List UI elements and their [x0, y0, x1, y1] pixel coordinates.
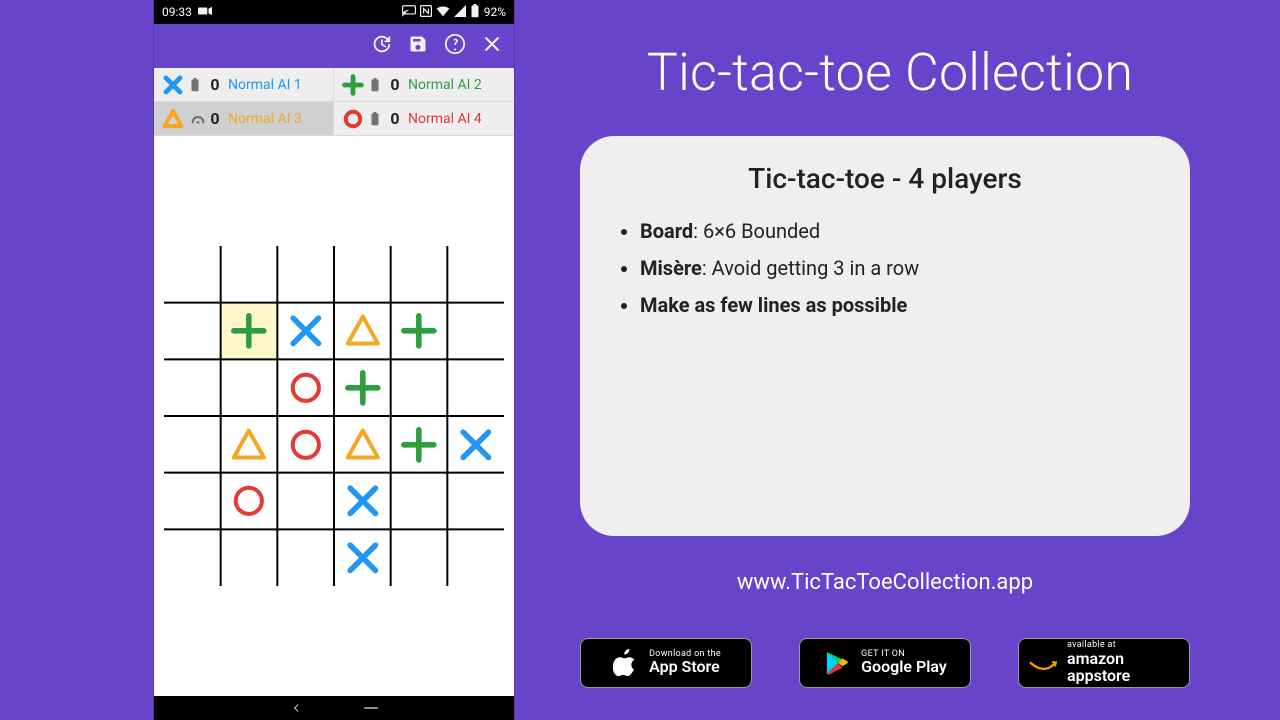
- board-cell[interactable]: [221, 246, 278, 303]
- board-cell[interactable]: [334, 359, 391, 416]
- player-name: Normal AI 3: [228, 111, 302, 127]
- player-scores: 0 Normal AI 1 0 Normal AI 2 0 Normal AI 3 0 Nor…: [154, 68, 514, 136]
- nav-home-icon[interactable]: [364, 701, 378, 715]
- battery-icon: [470, 4, 480, 21]
- board-cell[interactable]: [277, 359, 334, 416]
- board-cell[interactable]: [221, 416, 278, 473]
- board-cell[interactable]: [277, 246, 334, 303]
- apple-icon: [611, 649, 639, 677]
- board-cell[interactable]: [391, 246, 448, 303]
- game-board[interactable]: [164, 246, 504, 586]
- board-cell[interactable]: [447, 246, 504, 303]
- app-bar: [154, 24, 514, 68]
- board-cell[interactable]: [334, 416, 391, 473]
- card-heading: Tic-tac-toe - 4 players: [614, 162, 1156, 195]
- board-cell[interactable]: [334, 473, 391, 530]
- board-cell[interactable]: [164, 473, 221, 530]
- board-cell[interactable]: [164, 303, 221, 360]
- board-cell[interactable]: [391, 529, 448, 586]
- board-cell[interactable]: [164, 359, 221, 416]
- close-icon[interactable]: [482, 34, 502, 58]
- board-cell[interactable]: [277, 416, 334, 473]
- board-cell[interactable]: [221, 473, 278, 530]
- card-bullets: Board: 6×6 BoundedMisère: Avoid getting …: [614, 213, 1156, 324]
- player-symbol: [162, 74, 184, 96]
- player-cell-1[interactable]: 0 Normal AI 1: [154, 68, 334, 102]
- player-cell-3[interactable]: 0 Normal AI 3: [154, 102, 334, 136]
- card-bullet: Make as few lines as possible: [640, 287, 1156, 324]
- board-cell[interactable]: [391, 303, 448, 360]
- player-name: Normal AI 1: [228, 77, 302, 93]
- board-cell[interactable]: [221, 359, 278, 416]
- google-play-badge[interactable]: GET IT ONGoogle Play: [799, 638, 971, 688]
- board-cell[interactable]: [447, 359, 504, 416]
- wifi-icon: [436, 5, 450, 20]
- board-cell[interactable]: [447, 529, 504, 586]
- player-score: 0: [208, 75, 222, 94]
- board-cell[interactable]: [334, 303, 391, 360]
- status-time: 09:33: [162, 5, 192, 19]
- player-score: 0: [388, 75, 402, 94]
- nfc-icon: [420, 5, 432, 20]
- board-cell[interactable]: [164, 246, 221, 303]
- thinking-icon: [190, 112, 202, 126]
- save-icon[interactable]: [408, 34, 428, 58]
- nav-back-icon[interactable]: [290, 701, 304, 715]
- player-cell-4[interactable]: 0 Normal AI 4: [334, 102, 514, 136]
- board-cell[interactable]: [164, 529, 221, 586]
- player-symbol: [162, 108, 184, 130]
- app-store-badge[interactable]: Download on theApp Store: [580, 638, 752, 688]
- board-area: [154, 136, 514, 696]
- board-cell[interactable]: [334, 246, 391, 303]
- player-symbol: [342, 74, 364, 96]
- board-cell[interactable]: [334, 529, 391, 586]
- board-cell[interactable]: [277, 529, 334, 586]
- board-cell[interactable]: [447, 473, 504, 530]
- cast-icon: [402, 5, 416, 20]
- google-play-icon: [823, 649, 851, 677]
- page-title: Tic-tac-toe Collection: [580, 42, 1200, 103]
- player-score: 0: [388, 109, 402, 128]
- board-cell[interactable]: [221, 303, 278, 360]
- battery-icon: [370, 112, 382, 126]
- website-url: www.TicTacToeCollection.app: [580, 570, 1190, 595]
- card-bullet: Misère: Avoid getting 3 in a row: [640, 250, 1156, 287]
- info-card: Tic-tac-toe - 4 players Board: 6×6 Bound…: [580, 136, 1190, 536]
- battery-icon: [190, 78, 202, 92]
- amazon-appstore-badge[interactable]: available atamazon appstore: [1018, 638, 1190, 688]
- player-score: 0: [208, 109, 222, 128]
- board-cell[interactable]: [164, 416, 221, 473]
- board-cell[interactable]: [447, 416, 504, 473]
- status-battery: 92%: [484, 5, 506, 19]
- amazon-icon: [1029, 649, 1057, 677]
- android-nav-bar: [154, 696, 514, 720]
- video-icon: [198, 5, 212, 19]
- history-icon[interactable]: [370, 33, 392, 59]
- status-bar: 09:33: [154, 0, 514, 24]
- player-name: Normal AI 2: [408, 77, 482, 93]
- store-badges: Download on theApp Store GET IT ONGoogle…: [580, 638, 1190, 688]
- battery-icon: [370, 78, 382, 92]
- player-name: Normal AI 4: [408, 111, 482, 127]
- board-cell[interactable]: [391, 416, 448, 473]
- board-cell[interactable]: [391, 473, 448, 530]
- board-cell[interactable]: [391, 359, 448, 416]
- player-cell-2[interactable]: 0 Normal AI 2: [334, 68, 514, 102]
- signal-icon: [454, 5, 466, 20]
- player-symbol: [342, 108, 364, 130]
- board-cell[interactable]: [277, 473, 334, 530]
- board-cell[interactable]: [221, 529, 278, 586]
- card-bullet: Board: 6×6 Bounded: [640, 213, 1156, 250]
- board-cell[interactable]: [447, 303, 504, 360]
- help-icon[interactable]: [444, 33, 466, 59]
- board-cell[interactable]: [277, 303, 334, 360]
- phone-frame: 09:33: [154, 0, 514, 720]
